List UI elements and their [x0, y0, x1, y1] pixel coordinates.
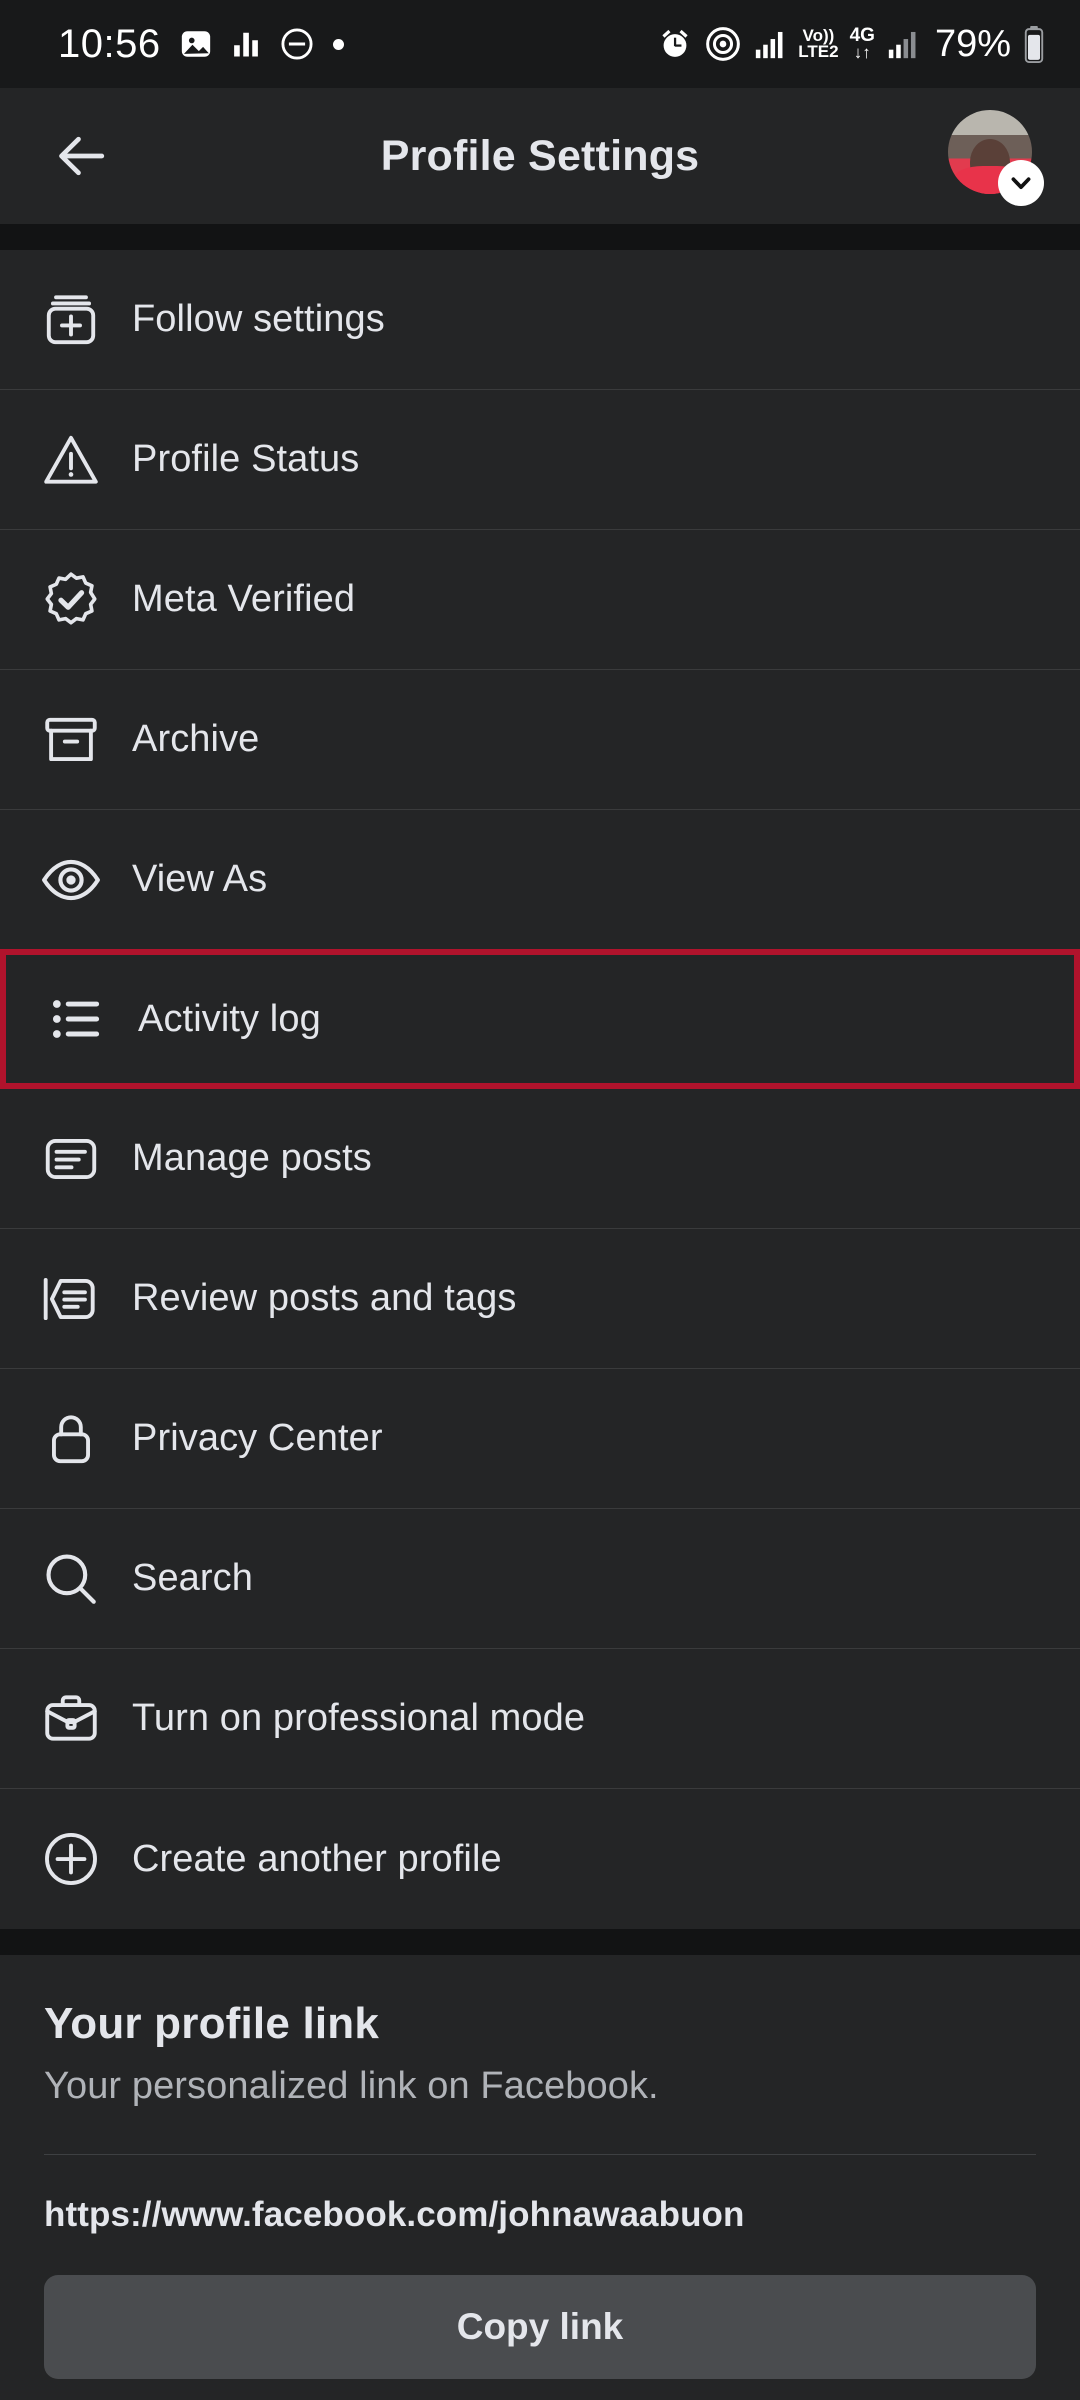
list-item-label: Turn on professional mode	[132, 1697, 586, 1739]
image-icon	[179, 27, 213, 61]
signal-bars-2-icon	[886, 27, 920, 61]
battery-icon	[1022, 25, 1046, 63]
phone-screen: 10:56 Vo)) LTE2 4G ↓↑ 79% Profile Settin…	[0, 0, 1080, 2400]
list-item-profile-status[interactable]: Profile Status	[0, 390, 1080, 530]
list-item-review-posts-and-tags[interactable]: Review posts and tags	[0, 1229, 1080, 1369]
manage-posts-icon	[32, 1120, 110, 1198]
list-item-archive[interactable]: Archive	[0, 670, 1080, 810]
profile-link-subtitle: Your personalized link on Facebook.	[44, 2065, 659, 2107]
location-icon	[704, 25, 742, 63]
status-bar-left: 10:56	[58, 22, 344, 67]
list-item-view-as[interactable]: View As	[0, 810, 1080, 950]
list-item-label: View As	[132, 858, 268, 900]
stacked-cards-plus-icon	[32, 281, 110, 359]
lock-icon	[32, 1400, 110, 1478]
mobile-data-icon: 4G ↓↑	[849, 24, 875, 62]
profile-link-card: Your profile link Your personalized link…	[0, 1955, 1080, 2400]
list-item-follow-settings[interactable]: Follow settings	[0, 250, 1080, 390]
status-bar-right: Vo)) LTE2 4G ↓↑ 79%	[657, 23, 1046, 66]
settings-list: Follow settings Profile Status Meta Veri…	[0, 250, 1080, 1929]
section-gap-bottom	[0, 1929, 1080, 1955]
status-bar: 10:56 Vo)) LTE2 4G ↓↑ 79%	[0, 0, 1080, 88]
chevron-down-icon[interactable]	[998, 160, 1044, 206]
eye-icon	[32, 841, 110, 919]
warning-triangle-icon	[32, 421, 110, 499]
app-header: Profile Settings	[0, 88, 1080, 224]
list-item-turn-on-professional-mode[interactable]: Turn on professional mode	[0, 1649, 1080, 1789]
equalizer-icon	[231, 27, 261, 61]
list-item-meta-verified[interactable]: Meta Verified	[0, 530, 1080, 670]
section-gap-top	[0, 224, 1080, 250]
list-item-label: Manage posts	[132, 1137, 372, 1179]
status-bar-clock: 10:56	[58, 21, 161, 66]
back-button[interactable]	[44, 118, 120, 194]
briefcase-icon	[32, 1680, 110, 1758]
list-item-label: Archive	[132, 718, 260, 760]
review-posts-icon	[32, 1260, 110, 1338]
list-item-privacy-center[interactable]: Privacy Center	[0, 1369, 1080, 1509]
profile-link-title: Your profile link	[44, 1999, 380, 2048]
list-item-label: Create another profile	[132, 1837, 502, 1880]
signal-bars-icon	[753, 27, 787, 61]
list-item-label: Profile Status	[132, 438, 360, 480]
plus-circle-icon	[32, 1820, 110, 1898]
list-item-activity-log[interactable]: Activity log	[0, 949, 1080, 1089]
list-item-label: Activity log	[138, 997, 321, 1040]
page-title: Profile Settings	[380, 131, 700, 180]
list-item-label: Follow settings	[132, 298, 385, 340]
avatar[interactable]	[948, 110, 1044, 206]
do-not-disturb-icon	[279, 26, 315, 62]
verified-badge-icon	[32, 561, 110, 639]
volte-icon: Vo)) LTE2	[798, 25, 839, 61]
alarm-icon	[657, 26, 693, 62]
divider	[44, 2154, 1036, 2155]
list-item-label: Review posts and tags	[132, 1277, 517, 1319]
arrow-left-icon	[54, 128, 110, 184]
list-item-create-another-profile[interactable]: Create another profile	[0, 1789, 1080, 1929]
dot-indicator-icon	[332, 38, 344, 50]
bullet-list-icon	[38, 980, 116, 1058]
profile-link-url[interactable]: https://www.facebook.com/johnawaabuon	[44, 2195, 1036, 2235]
list-item-label: Search	[132, 1557, 254, 1599]
battery-percent-label: 79%	[934, 22, 1011, 65]
list-item-search[interactable]: Search	[0, 1509, 1080, 1649]
list-item-label: Meta Verified	[132, 578, 356, 620]
search-icon	[32, 1540, 110, 1618]
copy-link-button[interactable]: Copy link	[44, 2275, 1036, 2379]
list-item-label: Privacy Center	[132, 1417, 383, 1459]
archive-box-icon	[32, 701, 110, 779]
list-item-manage-posts[interactable]: Manage posts	[0, 1089, 1080, 1229]
